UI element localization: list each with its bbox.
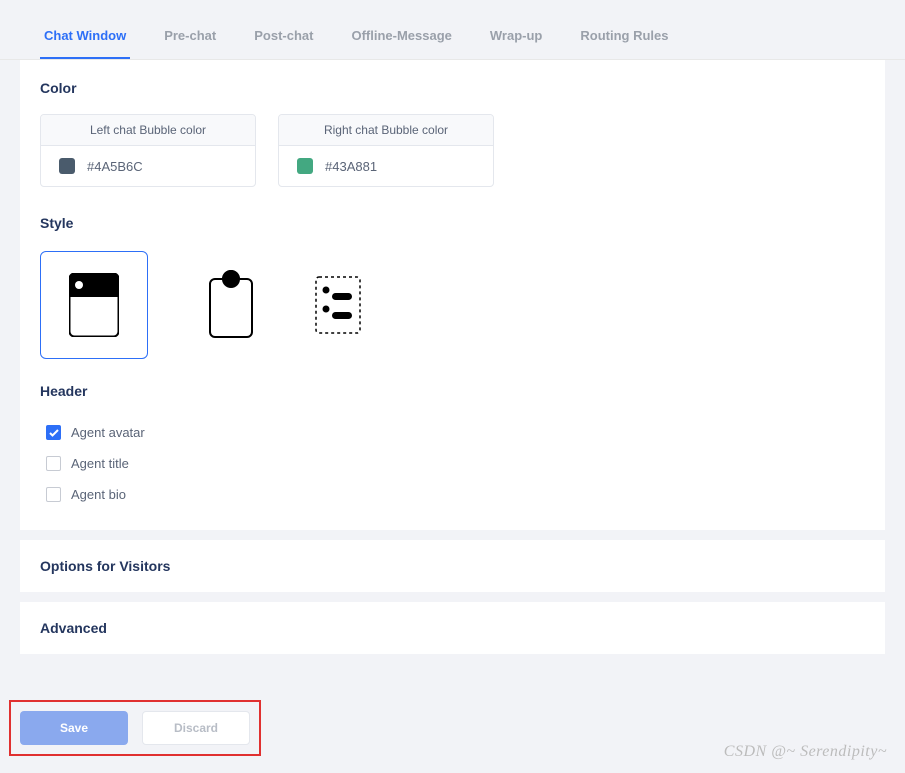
tabs-bar: Chat Window Pre-chat Post-chat Offline-M… <box>0 0 905 60</box>
checkbox-agent-avatar-label: Agent avatar <box>71 425 145 440</box>
style-option-avatar-top[interactable] <box>208 251 254 359</box>
right-bubble-swatch <box>297 158 313 174</box>
style-avatar-top-icon <box>209 270 253 340</box>
header-section: Header Agent avatar Agent title Agent bi… <box>40 383 865 510</box>
actions-highlight-box: Save Discard <box>9 700 261 756</box>
watermark: CSDN @~ Serendipity~ <box>724 743 887 761</box>
style-section: Style <box>40 215 865 359</box>
panel-advanced[interactable]: Advanced <box>20 602 885 654</box>
style-list-icon <box>315 276 361 334</box>
tab-wrap-up[interactable]: Wrap-up <box>486 28 546 59</box>
panel-chat-window: Color Left chat Bubble color #4A5B6C Rig… <box>20 60 885 530</box>
save-button[interactable]: Save <box>20 711 128 745</box>
checkbox-agent-bio-label: Agent bio <box>71 487 126 502</box>
style-solid-header-icon <box>69 273 119 337</box>
style-section-title: Style <box>40 215 865 231</box>
style-option-list[interactable] <box>314 251 362 359</box>
tab-offline-message[interactable]: Offline-Message <box>347 28 455 59</box>
discard-button[interactable]: Discard <box>142 711 250 745</box>
header-section-title: Header <box>40 383 865 399</box>
checkbox-agent-title[interactable]: Agent title <box>46 448 865 479</box>
color-row: Left chat Bubble color #4A5B6C Right cha… <box>40 114 865 187</box>
options-for-visitors-title: Options for Visitors <box>40 558 865 574</box>
right-bubble-color-card[interactable]: Right chat Bubble color #43A881 <box>278 114 494 187</box>
panel-options-for-visitors[interactable]: Options for Visitors <box>20 540 885 592</box>
left-bubble-swatch <box>59 158 75 174</box>
left-bubble-label: Left chat Bubble color <box>41 115 255 146</box>
color-section-title: Color <box>40 80 865 96</box>
tab-chat-window[interactable]: Chat Window <box>40 28 130 59</box>
checkbox-agent-title-box[interactable] <box>46 456 61 471</box>
checkbox-agent-avatar-box[interactable] <box>46 425 61 440</box>
advanced-title: Advanced <box>40 620 865 636</box>
checkbox-agent-title-label: Agent title <box>71 456 129 471</box>
checkbox-agent-bio-box[interactable] <box>46 487 61 502</box>
right-bubble-hex: #43A881 <box>325 159 377 174</box>
tab-routing-rules[interactable]: Routing Rules <box>576 28 672 59</box>
right-bubble-label: Right chat Bubble color <box>279 115 493 146</box>
style-option-solid-header[interactable] <box>40 251 148 359</box>
checkbox-agent-bio[interactable]: Agent bio <box>46 479 865 510</box>
tab-pre-chat[interactable]: Pre-chat <box>160 28 220 59</box>
checkbox-agent-avatar[interactable]: Agent avatar <box>46 417 865 448</box>
tab-post-chat[interactable]: Post-chat <box>250 28 317 59</box>
left-bubble-hex: #4A5B6C <box>87 159 143 174</box>
left-bubble-color-card[interactable]: Left chat Bubble color #4A5B6C <box>40 114 256 187</box>
